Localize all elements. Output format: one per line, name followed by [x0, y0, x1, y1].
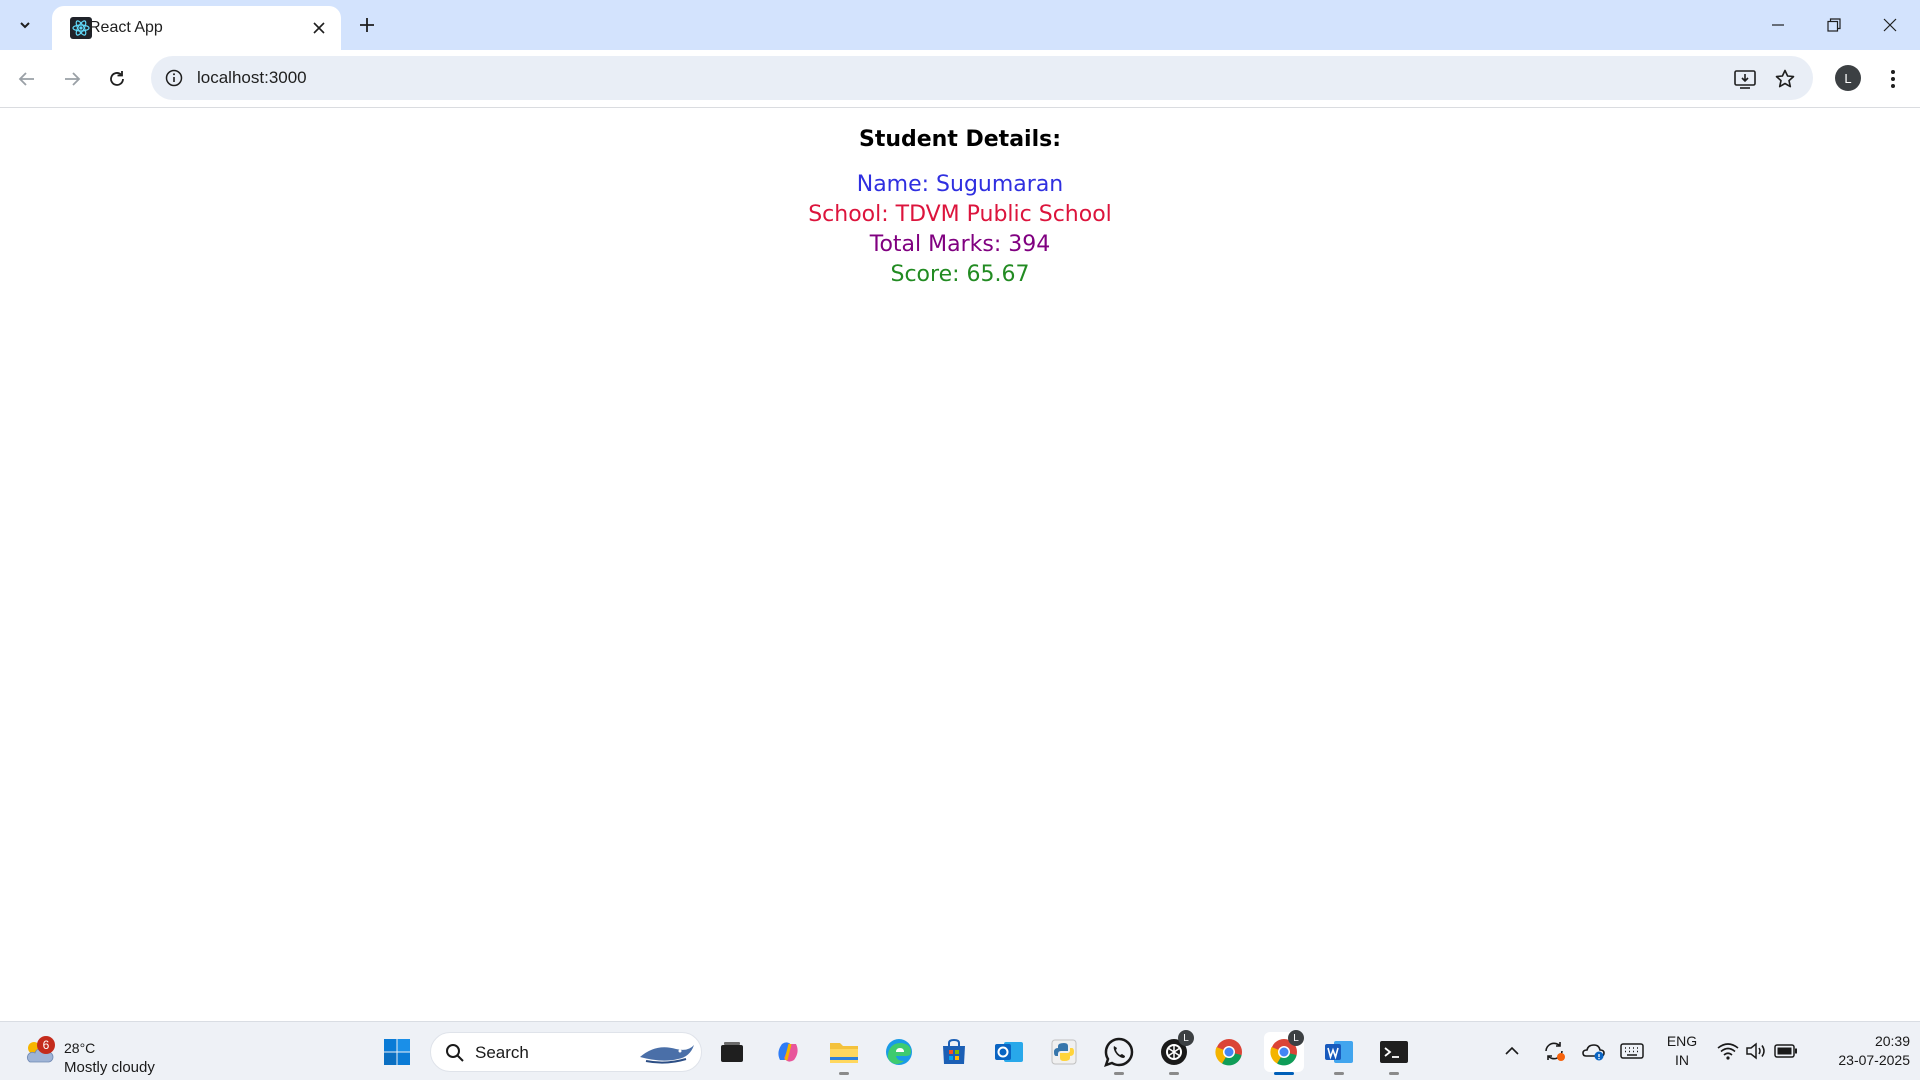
tab-react-app[interactable]: React App: [52, 6, 341, 50]
task-view-icon: [721, 1042, 743, 1062]
language-code: ENG: [1666, 1033, 1698, 1049]
folder-icon: [830, 1043, 858, 1063]
running-indicator: [839, 1072, 849, 1075]
terminal-button[interactable]: [1374, 1032, 1414, 1075]
back-button[interactable]: [10, 62, 44, 96]
profile-avatar[interactable]: L: [1835, 65, 1861, 91]
start-button[interactable]: [377, 1032, 417, 1072]
clock-time: 20:39: [1874, 1033, 1910, 1049]
search-icon: [446, 1044, 464, 1062]
outlook-button[interactable]: [989, 1032, 1029, 1072]
terminal-icon: [1380, 1041, 1408, 1063]
browser-menu-button[interactable]: [1878, 62, 1908, 96]
volume-icon[interactable]: [1742, 1036, 1770, 1066]
tab-strip: React App: [0, 0, 1920, 50]
install-app-icon[interactable]: [1731, 65, 1759, 93]
clock-date: 23-07-2025: [1838, 1052, 1910, 1068]
outlook-icon: [995, 1042, 1023, 1062]
taskbar-search[interactable]: Search: [430, 1032, 702, 1072]
search-highlight-icon: [640, 1045, 694, 1064]
running-indicator: [1334, 1072, 1344, 1075]
arrow-left-icon: [18, 72, 34, 86]
keyboard-tray-icon[interactable]: [1618, 1036, 1646, 1066]
battery-icon[interactable]: [1772, 1036, 1800, 1066]
edge-button[interactable]: [879, 1032, 919, 1072]
student-total-marks: Total Marks: 394: [869, 232, 1051, 257]
restore-icon: [1827, 18, 1841, 32]
running-indicator: [1389, 1072, 1399, 1075]
restore-button[interactable]: [1806, 0, 1862, 50]
minimize-button[interactable]: [1750, 0, 1806, 50]
more-vertical-icon: [1891, 70, 1895, 88]
running-indicator: [1169, 1072, 1179, 1075]
address-bar[interactable]: localhost:3000: [151, 56, 1813, 100]
input-language[interactable]: ENG IN: [1660, 1032, 1704, 1070]
page-title: Student Details:: [858, 127, 1062, 152]
forward-button[interactable]: [55, 62, 89, 96]
profile-badge: L: [1288, 1030, 1304, 1046]
weather-temperature: 28°C: [64, 1040, 96, 1056]
reload-button[interactable]: [100, 62, 134, 96]
tab-title: React App: [89, 19, 163, 36]
store-button[interactable]: [934, 1032, 974, 1072]
chrome-button[interactable]: [1209, 1032, 1249, 1072]
minimize-icon: [1772, 24, 1784, 26]
task-view-button[interactable]: [712, 1032, 752, 1072]
close-window-button[interactable]: [1862, 0, 1918, 50]
profile-badge: L: [1178, 1030, 1194, 1046]
student-school: School: TDVM Public School: [808, 202, 1112, 227]
active-indicator: [1274, 1072, 1294, 1075]
python-icon: [1051, 1039, 1077, 1065]
browser-toolbar: localhost:3000 L: [0, 50, 1920, 108]
bookmark-star-icon[interactable]: [1771, 65, 1799, 93]
copilot-button[interactable]: [768, 1032, 808, 1072]
reload-icon: [110, 71, 124, 86]
taskbar: 6 28°C Mostly cloudy Search L L ENG IN 2…: [0, 1021, 1920, 1080]
system-clock[interactable]: 20:39 23-07-2025: [1810, 1032, 1910, 1070]
new-tab-button[interactable]: [352, 10, 382, 40]
site-info-icon[interactable]: [161, 65, 187, 91]
arrow-right-icon: [65, 72, 81, 86]
weather-condition: Mostly cloudy: [64, 1059, 155, 1076]
chevron-down-icon: [20, 22, 30, 29]
student-details: Name: Sugumaran School: TDVM Public Scho…: [0, 170, 1920, 290]
close-icon: [313, 22, 325, 34]
search-placeholder: Search: [475, 1043, 529, 1062]
whatsapp-button[interactable]: [1099, 1032, 1139, 1075]
weather-alert-badge: 6: [37, 1036, 55, 1054]
chrome-active-button[interactable]: L: [1264, 1030, 1304, 1075]
wifi-icon[interactable]: [1714, 1036, 1742, 1066]
tab-close-button[interactable]: [309, 18, 329, 38]
chrome-icon: [1215, 1039, 1242, 1066]
page-content: Student Details: Name: Sugumaran School:…: [0, 109, 1920, 1021]
close-icon: [1883, 18, 1897, 32]
chevron-up-icon: [1505, 1046, 1519, 1055]
whatsapp-icon: [1104, 1037, 1134, 1067]
onedrive-tray-icon[interactable]: [1580, 1036, 1608, 1066]
language-region: IN: [1675, 1052, 1689, 1068]
student-score: Score: 65.67: [890, 262, 1030, 287]
plus-icon: [360, 18, 374, 32]
word-button[interactable]: [1319, 1032, 1359, 1075]
student-name: Name: Sugumaran: [856, 172, 1064, 197]
file-explorer-button[interactable]: [824, 1032, 864, 1075]
sync-tray-icon[interactable]: [1540, 1036, 1568, 1066]
tab-search-button[interactable]: [10, 10, 40, 40]
url-text: localhost:3000: [197, 68, 307, 87]
store-icon: [943, 1038, 965, 1064]
chatgpt-button[interactable]: L: [1154, 1030, 1194, 1075]
show-hidden-icons-button[interactable]: [1498, 1036, 1526, 1066]
windows-logo-icon: [384, 1039, 410, 1065]
running-indicator: [1114, 1072, 1124, 1075]
word-icon: [1325, 1041, 1353, 1063]
copilot-icon: [778, 1042, 798, 1062]
weather-widget[interactable]: 6 28°C Mostly cloudy: [20, 1030, 180, 1076]
python-button[interactable]: [1044, 1032, 1084, 1072]
edge-icon: [886, 1039, 912, 1065]
